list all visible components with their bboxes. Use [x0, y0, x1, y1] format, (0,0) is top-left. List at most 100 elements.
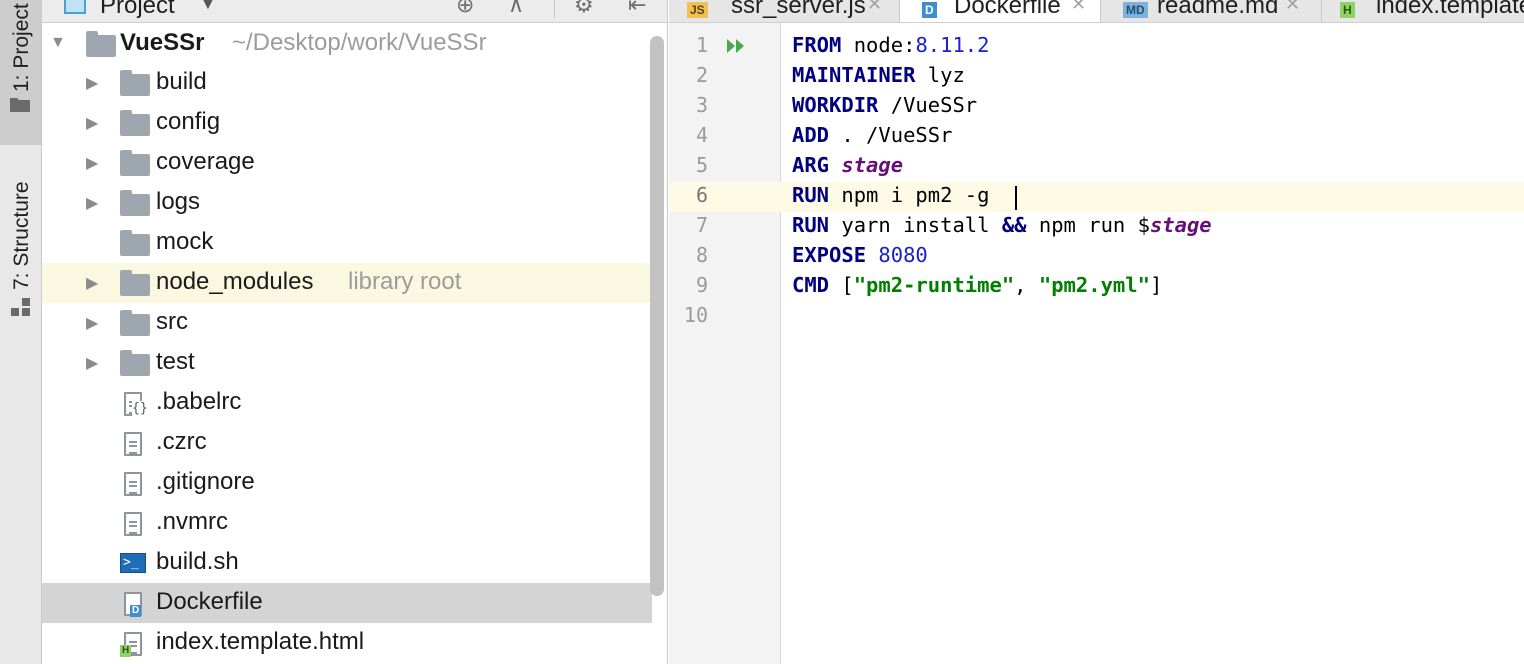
chevron-down-icon[interactable]: ▼ [200, 0, 216, 14]
tree-item-label: .nvmrc [156, 508, 228, 535]
close-icon[interactable]: ✕ [1071, 0, 1086, 15]
code-line[interactable]: WORKDIR /VueSSr [792, 93, 977, 117]
tree-root-row[interactable]: ▼ VueSSr ~/Desktop/work/VueSSr [42, 24, 652, 64]
tab-readme-md[interactable]: MD readme.md ✕ [1101, 0, 1321, 22]
gear-icon[interactable]: ⚙ [574, 0, 594, 18]
chevron-right-icon[interactable]: ▶ [86, 273, 98, 293]
markdown-file-icon: MD [1123, 2, 1148, 18]
tree-item-gitignore[interactable]: .gitignore [42, 463, 652, 503]
tree-item-label: mock [156, 228, 214, 255]
line-number: 3 [695, 93, 708, 117]
tree-item-node-modules[interactable]: ▶ node_modules library root [42, 263, 652, 303]
code-line[interactable]: FROM node:8.11.2 [792, 33, 990, 57]
tree-item-label: test [156, 348, 195, 375]
project-view-selector[interactable]: Project [100, 0, 175, 20]
text-file-icon [124, 512, 142, 536]
code-token: "pm2-runtime" [853, 273, 1015, 297]
tree-item-config[interactable]: ▶ config [42, 103, 652, 143]
tree-item-label: index.template.html [156, 628, 365, 655]
code-line[interactable]: ARG stage [792, 153, 903, 177]
js-file-icon: JS [687, 2, 708, 18]
hide-panel-icon[interactable]: ⇤ [628, 0, 646, 18]
chevron-right-icon[interactable]: ▶ [86, 313, 98, 333]
project-tool-window: Project ▼ ⊕ ⊼ ⚙ ⇤ ▼ VueSSr ~/Desktop/wor… [42, 0, 668, 664]
close-icon[interactable]: ✕ [1285, 0, 1300, 15]
tree-item-label: .babelrc [156, 388, 242, 415]
scroll-from-source-icon[interactable]: ⊕ [456, 0, 474, 18]
code-token: 8080 [878, 243, 928, 267]
close-icon[interactable]: ✕ [867, 0, 882, 15]
shell-script-icon: >_ [120, 553, 146, 573]
project-view-icon [64, 0, 86, 14]
tree-item-coverage[interactable]: ▶ coverage [42, 143, 652, 183]
code-editor[interactable] [781, 23, 1524, 664]
tree-item-build[interactable]: ▶ build [42, 63, 652, 103]
folder-icon [120, 270, 150, 296]
folder-icon [120, 150, 150, 176]
code-token: CMD [792, 273, 830, 297]
folder-icon [10, 98, 30, 112]
docker-file-icon: D [922, 2, 937, 18]
tool-window-structure-button[interactable]: 7: Structure [0, 150, 41, 325]
code-token: /VueSSr [878, 93, 978, 117]
code-token: WORKDIR [792, 93, 879, 117]
code-token: EXPOSE [792, 243, 867, 267]
code-token: stage [841, 153, 904, 177]
folder-icon [120, 110, 150, 136]
tab-dockerfile[interactable]: D Dockerfile ✕ [900, 0, 1100, 22]
editor-gutter [669, 23, 781, 664]
tree-item-src[interactable]: ▶ src [42, 303, 652, 343]
tree-item-dockerfile[interactable]: D Dockerfile [42, 583, 652, 623]
code-token: stage [1149, 213, 1212, 237]
code-token: && [1001, 213, 1027, 237]
tree-item-babelrc[interactable]: {} .babelrc [42, 383, 652, 423]
chevron-right-icon[interactable]: ▶ [86, 73, 98, 93]
tool-window-project-button[interactable]: 1: Project [0, 0, 41, 145]
code-line[interactable]: EXPOSE 8080 [792, 243, 928, 267]
tab-index-template[interactable]: H index.template [1322, 0, 1524, 22]
tab-label: index.template [1376, 0, 1524, 19]
chevron-down-icon[interactable]: ▼ [50, 34, 66, 52]
folder-icon [120, 190, 150, 216]
code-line[interactable]: RUN yarn install && npm run $stage [792, 213, 1212, 237]
tree-item-label: node_modules [156, 268, 314, 295]
line-number: 6 [695, 183, 708, 207]
tree-item-label: logs [156, 188, 201, 215]
tree-item-label: Dockerfile [156, 588, 263, 615]
line-number: 2 [695, 63, 708, 87]
collapse-all-icon[interactable]: ⊼ [508, 0, 524, 18]
tree-item-test[interactable]: ▶ test [42, 343, 652, 383]
code-token: ] [1149, 273, 1163, 297]
chevron-right-icon[interactable]: ▶ [86, 353, 98, 373]
html-file-icon: H [1340, 2, 1355, 18]
run-icon[interactable] [726, 37, 748, 55]
tree-item-logs[interactable]: ▶ logs [42, 183, 652, 223]
code-line[interactable]: RUN npm i pm2 -g [792, 183, 989, 207]
html-badge-icon: H [120, 645, 132, 657]
project-panel-header: Project ▼ ⊕ ⊼ ⚙ ⇤ [42, 0, 667, 23]
code-line[interactable]: MAINTAINER lyz [792, 63, 965, 87]
code-line[interactable]: CMD ["pm2-runtime", "pm2.yml"] [792, 273, 1162, 297]
tree-item-label: .czrc [156, 428, 207, 455]
project-scrollbar[interactable] [650, 36, 664, 596]
code-token: lyz [915, 63, 965, 87]
root-folder-name: VueSSr [120, 29, 205, 56]
tree-item-index-template[interactable]: H index.template.html [42, 623, 652, 663]
tool-window-structure-label: 7: Structure [10, 181, 33, 290]
tree-item-build-sh[interactable]: >_ build.sh [42, 543, 652, 583]
text-caret [1015, 186, 1017, 210]
chevron-right-icon[interactable]: ▶ [86, 193, 98, 213]
tree-item-label: build [156, 68, 207, 95]
tree-item-label: src [156, 308, 188, 335]
tree-item-czrc[interactable]: .czrc [42, 423, 652, 463]
tree-item-mock[interactable]: mock [42, 223, 652, 263]
code-token: , [1014, 273, 1039, 297]
chevron-right-icon[interactable]: ▶ [86, 153, 98, 173]
code-line[interactable]: ADD . /VueSSr [792, 123, 952, 147]
tree-item-nvmrc[interactable]: .nvmrc [42, 503, 652, 543]
chevron-right-icon[interactable]: ▶ [86, 113, 98, 133]
code-token: npm i pm2 -g [829, 183, 990, 207]
tab-ssr-server-js[interactable]: JS ssr_server.js ✕ [669, 0, 899, 22]
